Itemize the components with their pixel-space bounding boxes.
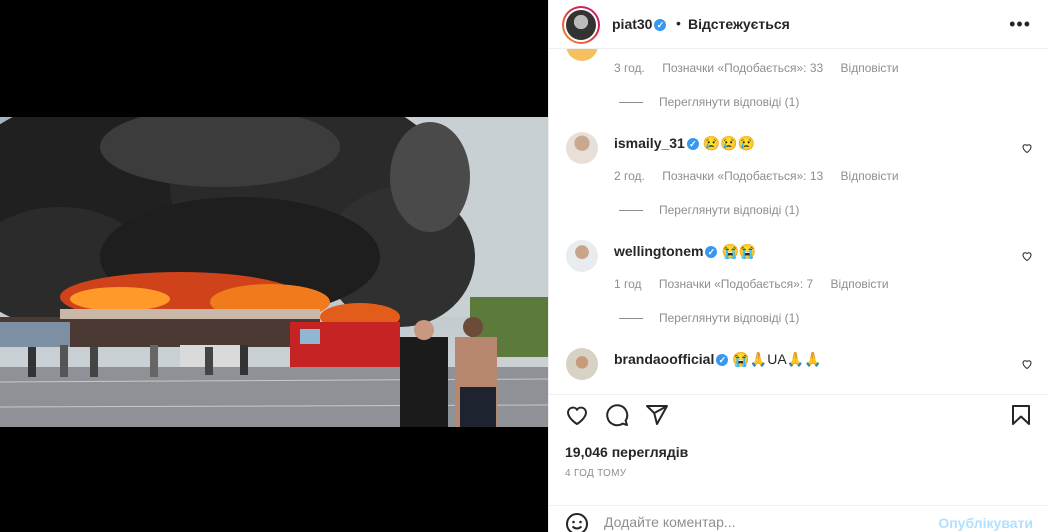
view-replies-button[interactable]: Переглянути відповіді (1) [619, 311, 799, 325]
post-timestamp[interactable]: 4 ГОД ТОМУ [565, 468, 626, 479]
comment-avatar[interactable] [566, 132, 598, 164]
like-comment-heart-icon[interactable] [1021, 142, 1033, 154]
verified-badge-icon: ✓ [716, 354, 729, 367]
header-separator: • [676, 15, 681, 31]
post-header: piat30 ✓ • Відстежується ••• [549, 0, 1048, 49]
post-media [0, 0, 548, 532]
reply-button[interactable]: Відповісти [831, 277, 889, 291]
comment-username[interactable]: ismaily_31 [614, 135, 685, 151]
like-heart-icon[interactable] [565, 403, 589, 427]
comment-avatar[interactable] [566, 49, 598, 61]
like-comment-heart-icon[interactable] [1021, 358, 1033, 370]
comment-text: 😭😭 [721, 243, 757, 259]
post-side-panel: piat30 ✓ • Відстежується ••• 3 год. Позна… [548, 0, 1048, 532]
like-comment-heart-icon[interactable] [1021, 250, 1033, 262]
comment: brandaoofficial ✓ 😭🙏UA🙏🙏 [614, 351, 822, 368]
view-replies-label: Переглянути відповіді (1) [659, 203, 800, 217]
replies-line [619, 102, 643, 104]
comment-text: 😢😢😢 [702, 135, 756, 151]
comment-username[interactable]: brandaoofficial [614, 351, 714, 367]
save-bookmark-icon[interactable] [1009, 403, 1033, 427]
comment-username[interactable]: wellingtonem [614, 243, 703, 259]
view-replies-button[interactable]: Переглянути відповіді (1) [619, 203, 799, 217]
comment: ismaily_31 ✓ 😢😢😢 [614, 135, 755, 152]
comment-time: 2 год. [614, 169, 645, 183]
comment-bubble-icon[interactable] [605, 403, 629, 427]
comment-avatar[interactable] [566, 348, 598, 380]
comment-likes-link[interactable]: Позначки «Подобається»: 13 [662, 169, 823, 183]
view-replies-button[interactable]: Переглянути відповіді (1) [619, 95, 799, 109]
comment-meta: 3 год. Позначки «Подобається»: 33 Відпов… [614, 61, 913, 75]
publish-button[interactable]: Опублікувати [938, 515, 1033, 531]
author-username[interactable]: piat30 ✓ [612, 16, 667, 32]
comment-time: 3 год. [614, 61, 645, 75]
view-replies-label: Переглянути відповіді (1) [659, 311, 800, 325]
comments-list: 3 год. Позначки «Подобається»: 33 Відпов… [549, 49, 1048, 394]
emoji-icon[interactable] [565, 512, 589, 532]
post-video[interactable] [0, 117, 548, 427]
reply-button[interactable]: Відповісти [841, 169, 899, 183]
comment-time: 1 год [614, 277, 642, 291]
replies-line [619, 210, 643, 212]
comment-likes-link[interactable]: Позначки «Подобається»: 33 [662, 61, 823, 75]
view-replies-label: Переглянути відповіді (1) [659, 95, 800, 109]
comment-meta: 1 год Позначки «Подобається»: 7 Відповіс… [614, 277, 903, 291]
view-count[interactable]: 19,046 переглядів [565, 444, 688, 460]
comment-text: 😭🙏UA🙏🙏 [732, 351, 822, 367]
comment-meta: 2 год. Позначки «Подобається»: 13 Відпов… [614, 169, 913, 183]
comment-likes-link[interactable]: Позначки «Подобається»: 7 [659, 277, 813, 291]
verified-badge-icon: ✓ [654, 19, 667, 32]
comment-input[interactable] [604, 511, 934, 532]
author-avatar[interactable] [562, 6, 600, 44]
add-comment-bar: Опублікувати [549, 505, 1048, 532]
video-frame-fire-scene [0, 117, 548, 427]
more-options-icon[interactable]: ••• [1009, 14, 1031, 35]
replies-line [619, 318, 643, 320]
comment: wellingtonem ✓ 😭😭 [614, 243, 756, 260]
reply-button[interactable]: Відповісти [841, 61, 899, 75]
verified-badge-icon: ✓ [705, 246, 718, 259]
comment-avatar[interactable] [566, 240, 598, 272]
share-send-icon[interactable] [645, 403, 669, 427]
following-button[interactable]: Відстежується [688, 16, 790, 32]
verified-badge-icon: ✓ [686, 138, 699, 151]
